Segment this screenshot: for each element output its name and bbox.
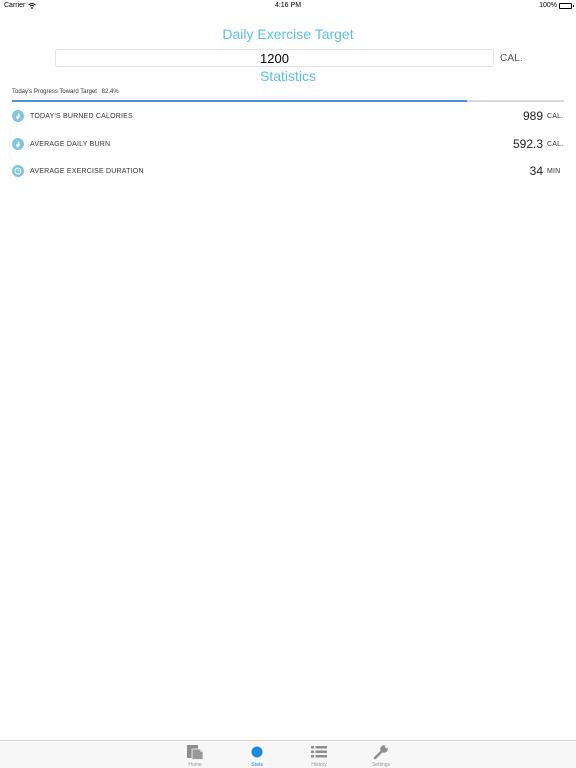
circle-icon bbox=[250, 744, 264, 760]
status-battery: 100% bbox=[539, 2, 574, 9]
status-time: 4:16 PM bbox=[274, 2, 302, 9]
flame-icon bbox=[12, 110, 24, 122]
stat-value: 34 bbox=[529, 164, 543, 178]
document-icon bbox=[186, 744, 204, 760]
stat-label: AVERAGE DAILY BURN bbox=[30, 140, 111, 148]
progress-bar-fill bbox=[12, 100, 467, 102]
tab-home[interactable]: Home bbox=[175, 741, 215, 768]
progress-bar bbox=[12, 100, 564, 102]
progress-label-text: Today's Progress Toward Target bbox=[12, 89, 97, 95]
tab-label: Stats bbox=[251, 762, 263, 768]
flame-icon bbox=[12, 138, 24, 150]
target-unit: CAL. bbox=[500, 52, 524, 64]
battery-percent: 100% bbox=[539, 2, 557, 9]
tab-label: Settings bbox=[371, 762, 391, 768]
tab-history[interactable]: History bbox=[299, 741, 339, 768]
stat-label: TODAY'S BURNED CALORIES bbox=[30, 112, 133, 120]
statistics-title: Statistics bbox=[259, 68, 316, 84]
stat-row-today-burned: TODAY'S BURNED CALORIES 989 CAL. bbox=[12, 108, 564, 124]
stat-value: 592.3 bbox=[512, 137, 543, 151]
clock-icon bbox=[12, 165, 24, 177]
stat-row-average-duration: AVERAGE EXERCISE DURATION 34 MIN bbox=[12, 163, 564, 179]
tab-label: History bbox=[311, 762, 327, 768]
tab-settings[interactable]: Settings bbox=[361, 741, 401, 768]
stat-unit: CAL. bbox=[547, 140, 564, 148]
wrench-icon bbox=[373, 744, 389, 760]
tab-stats[interactable]: Stats bbox=[237, 741, 277, 768]
stat-unit: MIN bbox=[547, 167, 561, 175]
tab-label: Home bbox=[188, 762, 202, 768]
target-row: CAL. bbox=[55, 49, 523, 67]
battery-icon bbox=[559, 2, 574, 9]
stat-label: AVERAGE EXERCISE DURATION bbox=[30, 167, 144, 175]
progress-percent: 82.4% bbox=[101, 89, 119, 95]
progress-label: Today's Progress Toward Target 82.4% bbox=[12, 89, 119, 95]
status-bar: Carrier 4:16 PM 100% bbox=[0, 0, 576, 12]
stat-unit: CAL. bbox=[547, 112, 564, 120]
stat-row-average-daily-burn: AVERAGE DAILY BURN 592.3 CAL. bbox=[12, 136, 564, 152]
list-icon bbox=[310, 744, 328, 760]
stat-value: 989 bbox=[522, 109, 543, 123]
tab-bar: Home Stats History Settings bbox=[0, 740, 576, 768]
target-calories-input[interactable] bbox=[55, 49, 494, 67]
target-title: Daily Exercise Target bbox=[222, 26, 354, 42]
